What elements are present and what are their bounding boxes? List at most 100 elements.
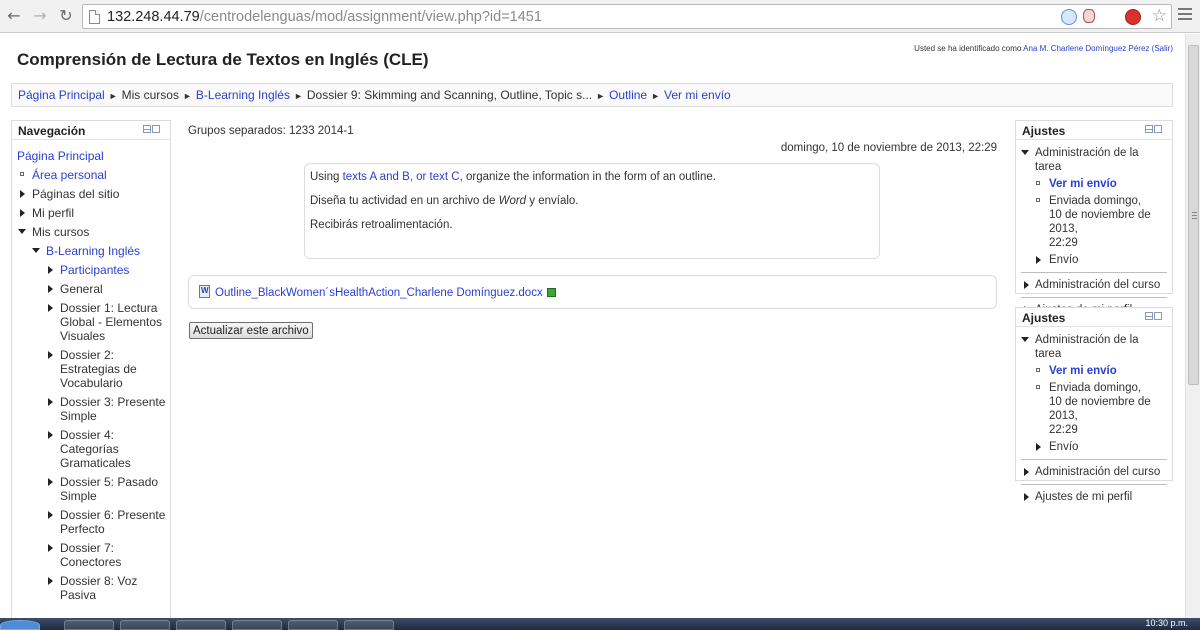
- taskbar-app-icon[interactable]: [288, 620, 338, 630]
- settings-title: Ajustes: [1022, 124, 1066, 138]
- expand-arrow-icon[interactable]: [1024, 493, 1029, 501]
- start-button-icon[interactable]: [0, 620, 40, 630]
- taskbar-chrome-icon[interactable]: [176, 620, 226, 630]
- expand-arrow-icon[interactable]: [20, 209, 25, 217]
- settings-view-submission[interactable]: Ver mi envío: [1021, 177, 1167, 191]
- taskbar-word-icon[interactable]: [344, 620, 394, 630]
- logout-link[interactable]: (Salir): [1152, 44, 1173, 53]
- expand-arrow-icon[interactable]: [1024, 281, 1029, 289]
- nav-item-profile[interactable]: Mi perfil: [17, 206, 170, 220]
- collapse-arrow-icon[interactable]: [18, 229, 26, 234]
- expand-arrow-icon[interactable]: [48, 431, 53, 439]
- nav-item-course[interactable]: B-Learning Inglés: [17, 244, 170, 258]
- groups-info: Grupos separados: 1233 2014-1: [188, 125, 354, 137]
- extension-icon[interactable]: [1061, 9, 1077, 25]
- dock-block-icon[interactable]: [1144, 125, 1164, 134]
- nav-item-home[interactable]: Página Principal: [17, 149, 170, 163]
- url-text[interactable]: 132.248.44.79/centrodelenguas/mod/assign…: [107, 9, 542, 25]
- breadcrumb-home[interactable]: Página Principal: [18, 88, 105, 102]
- reload-icon[interactable]: ↻: [56, 6, 76, 26]
- navigation-tree: Página Principal Área personal Páginas d…: [12, 140, 170, 602]
- taskbar-app-icon[interactable]: [64, 620, 114, 630]
- expand-arrow-icon[interactable]: [1024, 468, 1029, 476]
- collapse-arrow-icon[interactable]: [32, 248, 40, 253]
- expand-arrow-icon[interactable]: [48, 398, 53, 406]
- assignment-intro: Using texts A and B, or text C, organize…: [304, 163, 880, 259]
- submitted-file-box: Outline_BlackWomen´sHealthAction_Charlen…: [188, 275, 997, 309]
- settings-task-admin[interactable]: Administración de la tarea: [1021, 333, 1167, 361]
- breadcrumb-view-submission[interactable]: Ver mi envío: [664, 88, 731, 102]
- nav-personal-link[interactable]: Área personal: [32, 168, 107, 182]
- breadcrumb-assignment[interactable]: Outline: [609, 88, 647, 102]
- settings-view-submission[interactable]: Ver mi envío: [1021, 364, 1167, 378]
- nav-item-dossier[interactable]: Dossier 6: Presente Perfecto: [17, 508, 172, 536]
- nav-item-dossier[interactable]: Dossier 4: Categorías Gramaticales: [17, 428, 142, 470]
- nav-course-link[interactable]: B-Learning Inglés: [46, 244, 140, 258]
- expand-arrow-icon[interactable]: [20, 190, 25, 198]
- nav-item-dossier[interactable]: Dossier 2: Estrategias de Vocabulario: [17, 348, 142, 390]
- expand-arrow-icon[interactable]: [48, 577, 53, 585]
- expand-arrow-icon[interactable]: [48, 351, 53, 359]
- notification-extension-icon[interactable]: [1125, 9, 1141, 25]
- expand-arrow-icon[interactable]: [1036, 443, 1041, 451]
- vertical-scrollbar[interactable]: [1185, 34, 1200, 618]
- site-title: Comprensión de Lectura de Textos en Ingl…: [17, 50, 429, 69]
- nav-participants-link[interactable]: Participantes: [60, 263, 129, 277]
- navigation-block-header: Navegación: [12, 121, 170, 140]
- bullet-icon: [20, 172, 24, 176]
- taskbar-app-icon[interactable]: [120, 620, 170, 630]
- settings-view-submission-link[interactable]: Ver mi envío: [1049, 365, 1117, 377]
- taskbar-app-icon[interactable]: [232, 620, 282, 630]
- bullet-icon: [1036, 198, 1040, 202]
- nav-item-my-courses[interactable]: Mis cursos: [17, 225, 170, 239]
- settings-submission[interactable]: Envío: [1021, 253, 1167, 267]
- breadcrumb-course[interactable]: B-Learning Inglés: [196, 88, 290, 102]
- avatar-extension-icon[interactable]: [1083, 9, 1095, 23]
- nav-item-dossier[interactable]: Dossier 8: Voz Pasiva: [17, 574, 142, 602]
- settings-view-submission-link[interactable]: Ver mi envío: [1049, 178, 1117, 190]
- nav-item-dossier[interactable]: Dossier 1: Lectura Global - Elementos Vi…: [17, 301, 172, 343]
- scrollbar-thumb[interactable]: [1188, 45, 1199, 385]
- nav-item-participants[interactable]: Participantes: [17, 263, 170, 277]
- breadcrumb-my-courses: Mis cursos: [121, 88, 179, 102]
- texts-link[interactable]: texts A and B, or text C: [343, 171, 460, 183]
- submitted-file-link[interactable]: Outline_BlackWomen´sHealthAction_Charlen…: [215, 287, 543, 299]
- settings-tree: Administración de la tarea Ver mi envío …: [1016, 327, 1172, 504]
- nav-item-site-pages[interactable]: Páginas del sitio: [17, 187, 170, 201]
- collapse-arrow-icon[interactable]: [1021, 337, 1029, 342]
- back-arrow-icon[interactable]: ←: [4, 6, 24, 26]
- bookmark-star-icon[interactable]: ☆: [1152, 6, 1167, 26]
- settings-submission[interactable]: Envío: [1021, 440, 1167, 454]
- nav-item-personal[interactable]: Área personal: [17, 168, 170, 182]
- expand-arrow-icon[interactable]: [48, 266, 53, 274]
- settings-task-admin[interactable]: Administración de la tarea: [1021, 146, 1167, 174]
- expand-arrow-icon[interactable]: [48, 304, 53, 312]
- expand-arrow-icon[interactable]: [48, 544, 53, 552]
- forward-arrow-icon[interactable]: →: [30, 6, 50, 26]
- nav-item-dossier[interactable]: Dossier 5: Pasado Simple: [17, 475, 172, 503]
- expand-arrow-icon[interactable]: [48, 478, 53, 486]
- plagiarism-status-icon[interactable]: [546, 288, 556, 297]
- address-bar[interactable]: 132.248.44.79/centrodelenguas/mod/assign…: [82, 4, 1172, 29]
- breadcrumb-separator-icon: ►: [293, 91, 303, 101]
- settings-block: Ajustes Administración de la tarea Ver m…: [1015, 120, 1173, 316]
- update-file-button[interactable]: Actualizar este archivo: [189, 322, 313, 339]
- expand-arrow-icon[interactable]: [1036, 256, 1041, 264]
- nav-item-dossier[interactable]: Dossier 3: Presente Simple: [17, 395, 172, 423]
- menu-icon[interactable]: [1178, 8, 1192, 24]
- dock-block-icon[interactable]: [1144, 312, 1164, 321]
- settings-course-admin[interactable]: Administración del curso: [1021, 272, 1167, 292]
- settings-profile[interactable]: Ajustes de mi perfil: [1021, 484, 1167, 504]
- nav-item-dossier[interactable]: Dossier 7: Conectores: [17, 541, 142, 569]
- breadcrumb-section: Dossier 9: Skimming and Scanning, Outlin…: [306, 88, 593, 102]
- settings-course-admin[interactable]: Administración del curso: [1021, 459, 1167, 479]
- dock-block-icon[interactable]: [142, 125, 162, 134]
- expand-arrow-icon[interactable]: [48, 511, 53, 519]
- login-info: Usted se ha identificado como Ana M. Cha…: [914, 44, 1173, 53]
- user-profile-link[interactable]: Ana M. Charlene Domínguez Pérez: [1023, 44, 1149, 53]
- nav-home-link[interactable]: Página Principal: [17, 149, 104, 163]
- expand-arrow-icon[interactable]: [48, 285, 53, 293]
- taskbar-clock[interactable]: 10:30 p.m.: [1145, 618, 1188, 628]
- collapse-arrow-icon[interactable]: [1021, 150, 1029, 155]
- nav-item-general[interactable]: General: [17, 282, 170, 296]
